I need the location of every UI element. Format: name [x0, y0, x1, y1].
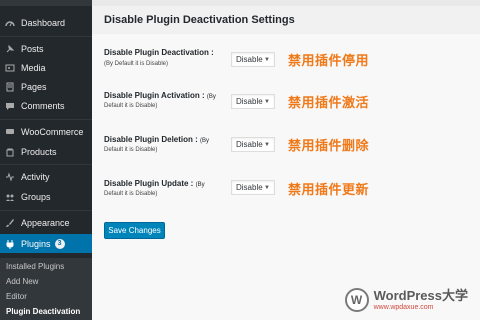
cn-annotation: 禁用插件停用 [288, 53, 370, 68]
sidebar-item-label: Activity [21, 172, 50, 182]
watermark-url: www.wpdaxue.com [373, 304, 434, 311]
sidebar-item-label: Comments [21, 101, 65, 111]
setting-label-deactivation: Disable Plugin Deactivation : [104, 47, 224, 58]
setting-note: (By Default it is Disable) [104, 61, 169, 67]
submenu-item-installed-plugins[interactable]: Installed Plugins [6, 262, 64, 271]
products-icon [5, 147, 15, 157]
sidebar-item-comments[interactable]: Comments [0, 97, 92, 115]
setting-note: Default it is Disable) [104, 191, 158, 197]
groups-icon [5, 192, 15, 202]
plugins-submenu: Installed Plugins Add New Editor Plugin … [0, 258, 92, 320]
sidebar-item-activity[interactable]: Activity [0, 168, 92, 186]
chevron-down-icon: ▼ [264, 57, 270, 63]
sidebar-item-pages[interactable]: Pages [0, 78, 92, 96]
sidebar-item-groups[interactable]: Groups [0, 188, 92, 206]
setting-inline-note: (By [206, 94, 216, 100]
setting-note: Default it is Disable) [104, 147, 158, 153]
media-icon [5, 63, 15, 73]
setting-label-text: Disable Plugin Deletion : [104, 135, 198, 144]
submenu-item-add-new[interactable]: Add New [6, 277, 38, 286]
deactivation-select[interactable]: Disable ▼ [231, 52, 275, 67]
save-changes-button[interactable]: Save Changes [104, 222, 165, 239]
sidebar-item-label: WooCommerce [21, 127, 84, 137]
dashboard-icon [5, 18, 15, 28]
sidebar-item-label: Groups [21, 192, 51, 202]
sidebar-item-posts[interactable]: Posts [0, 40, 92, 58]
main-content: Disable Plugin Deactivation Settings Dis… [92, 0, 480, 320]
chevron-down-icon: ▼ [264, 142, 270, 148]
activation-select[interactable]: Disable ▼ [231, 94, 275, 109]
wp-admin-screen: Dashboard Posts Media Pages Comments Woo… [0, 0, 480, 320]
update-select[interactable]: Disable ▼ [231, 180, 275, 195]
sidebar-item-label: Media [21, 63, 46, 73]
setting-inline-note: (By [200, 138, 210, 144]
page-icon [5, 82, 15, 92]
sidebar-item-appearance[interactable]: Appearance [0, 214, 92, 232]
setting-inline-note: (By [195, 182, 205, 188]
menu-separator [0, 210, 92, 211]
setting-label-text: Disable Plugin Deactivation : [104, 48, 214, 57]
top-bar-edge [0, 0, 92, 6]
setting-label-text: Disable Plugin Activation : [104, 91, 205, 100]
select-value: Disable [236, 183, 263, 192]
chevron-down-icon: ▼ [264, 99, 270, 105]
menu-separator [0, 164, 92, 165]
cn-annotation: 禁用插件更新 [288, 182, 370, 197]
cn-annotation: 禁用插件删除 [288, 138, 370, 153]
select-value: Disable [236, 97, 263, 106]
watermark-title: WordPress大学 [373, 288, 468, 303]
submenu-item-plugin-deactivation[interactable]: Plugin Deactivation [6, 307, 80, 316]
sidebar-item-media[interactable]: Media [0, 59, 92, 77]
wordpress-logo-icon: W [344, 288, 369, 312]
comment-icon [5, 101, 15, 111]
sidebar-item-label: Pages [21, 82, 47, 92]
sidebar-item-plugins[interactable]: Plugins 3 [0, 234, 92, 253]
sidebar-item-label: Plugins [21, 238, 51, 249]
cn-annotation: 禁用插件激活 [288, 95, 370, 110]
menu-separator [0, 119, 92, 120]
pin-icon [5, 44, 15, 54]
admin-sidebar: Dashboard Posts Media Pages Comments Woo… [0, 0, 92, 320]
update-count-badge: 3 [54, 238, 65, 249]
woocommerce-icon [5, 127, 15, 137]
top-bar-edge [92, 0, 480, 6]
submenu-item-editor[interactable]: Editor [6, 292, 27, 301]
sidebar-item-label: Posts [21, 44, 44, 54]
settings-panel: Disable Plugin Deactivation : (By Defaul… [92, 34, 480, 320]
page-title: Disable Plugin Deactivation Settings [104, 14, 295, 26]
watermark: W WordPress大学 www.wpdaxue.com [344, 288, 468, 312]
sidebar-item-dashboard[interactable]: Dashboard [0, 14, 92, 32]
plug-icon [5, 239, 15, 249]
setting-note: Default it is Disable) [104, 103, 158, 109]
sidebar-item-products[interactable]: Products [0, 143, 92, 161]
sidebar-item-label: Appearance [21, 218, 70, 228]
sidebar-item-label: Dashboard [21, 18, 66, 28]
chevron-down-icon: ▼ [264, 185, 270, 191]
activity-icon [5, 172, 15, 182]
deletion-select[interactable]: Disable ▼ [231, 137, 275, 152]
sidebar-item-woocommerce[interactable]: WooCommerce [0, 123, 92, 141]
setting-label-text: Disable Plugin Update : [104, 179, 194, 188]
select-value: Disable [236, 55, 263, 64]
sidebar-item-label: Products [21, 147, 57, 157]
menu-separator [0, 36, 92, 37]
select-value: Disable [236, 140, 263, 149]
watermark-text: WordPress大学 www.wpdaxue.com [374, 289, 468, 311]
brush-icon [5, 218, 15, 228]
